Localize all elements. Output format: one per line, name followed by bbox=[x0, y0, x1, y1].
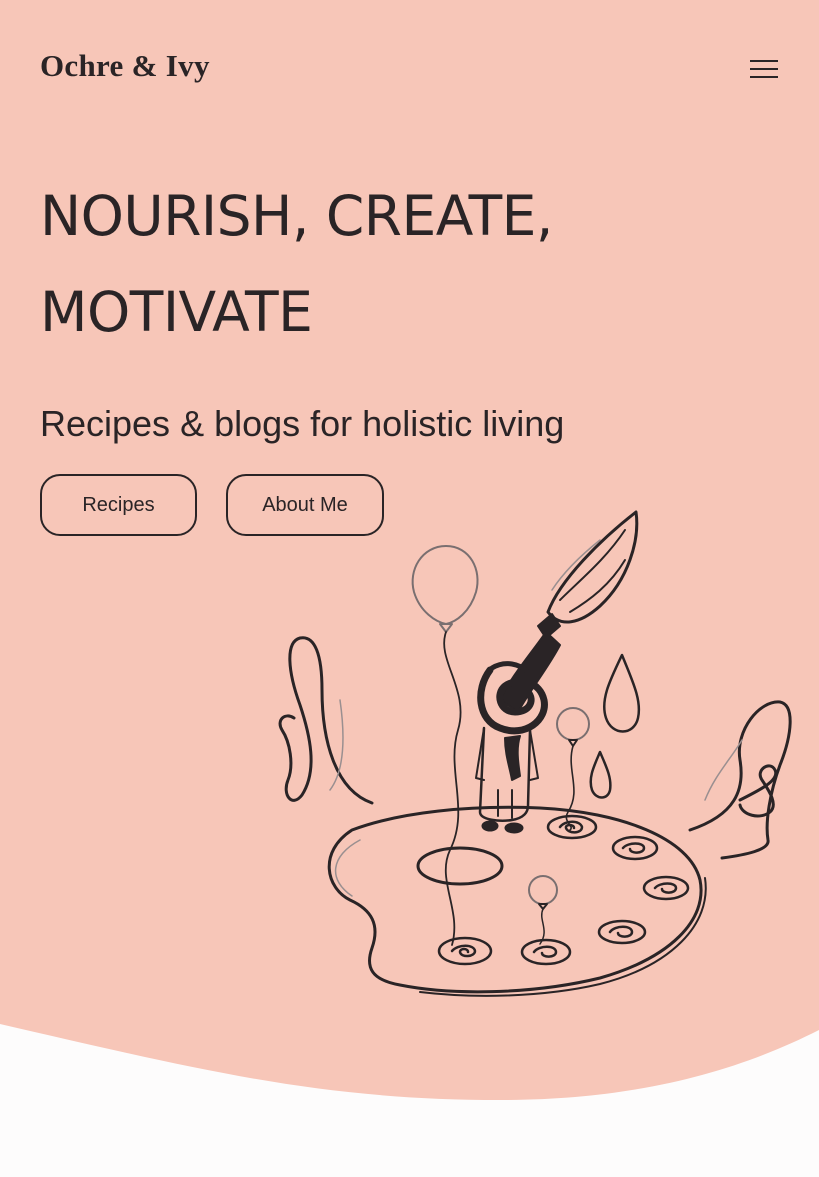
hero-headline: NOURISH, CREATE, MOTIVATE bbox=[40, 168, 740, 360]
headline-line-2: MOTIVATE bbox=[40, 280, 313, 344]
site-logo[interactable]: Ochre & Ivy bbox=[40, 46, 210, 86]
raindrops bbox=[589, 653, 641, 799]
hero-subtitle: Recipes & blogs for holistic living bbox=[40, 403, 565, 444]
paintbrush-palette-illustration bbox=[278, 510, 792, 997]
hamburger-menu-icon[interactable] bbox=[744, 54, 784, 84]
recipes-button[interactable]: Recipes bbox=[40, 474, 197, 536]
hero-section: Ochre & Ivy NOURISH, CREATE, MOTIVATE Re… bbox=[0, 0, 819, 1177]
palette bbox=[327, 805, 707, 997]
left-swirl-decoration bbox=[278, 636, 374, 805]
headline-line-1: NOURISH, CREATE, bbox=[40, 184, 553, 248]
balloon-tiny bbox=[528, 875, 558, 945]
right-swirl-decoration bbox=[688, 700, 792, 860]
